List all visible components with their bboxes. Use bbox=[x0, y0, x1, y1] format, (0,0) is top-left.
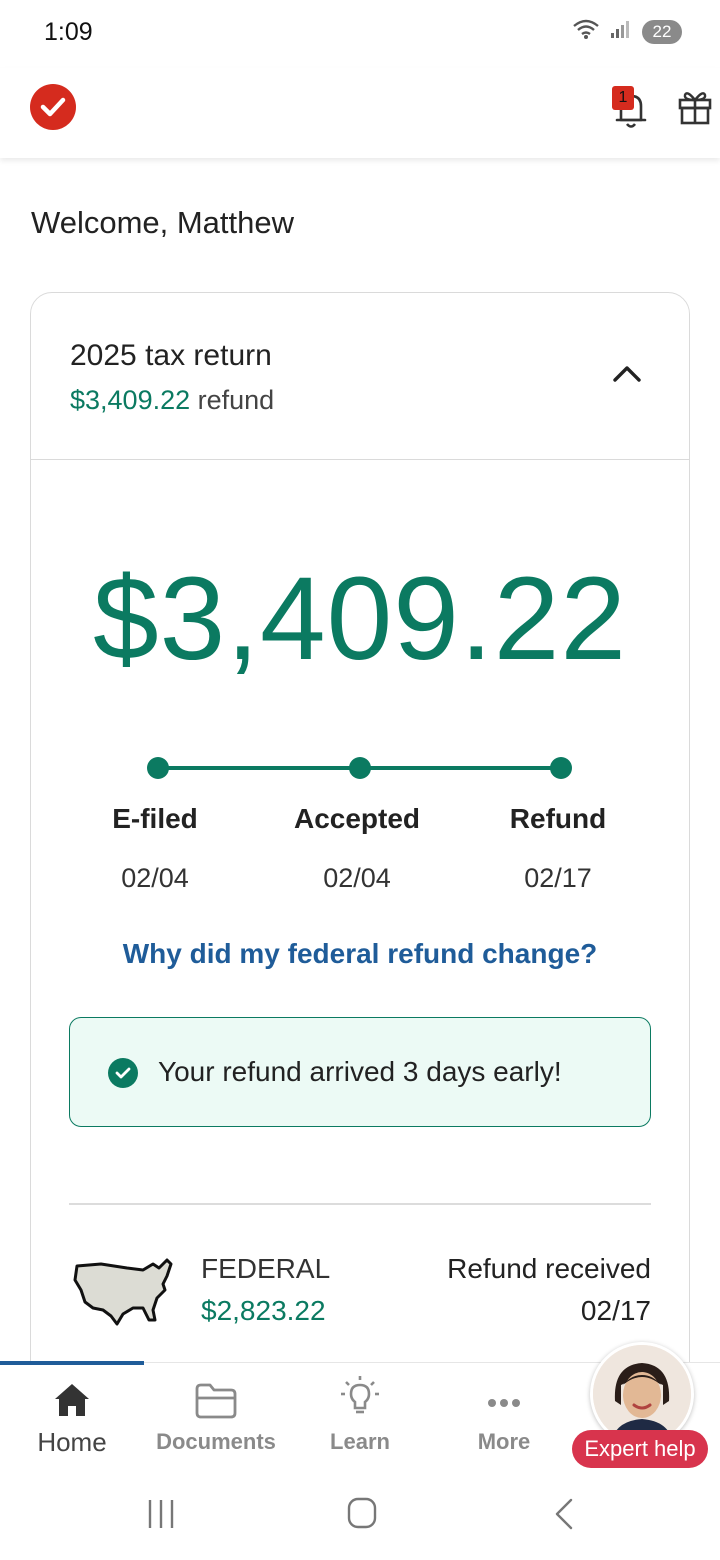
nav-label-home: Home bbox=[37, 1427, 107, 1457]
chevron-up-icon[interactable] bbox=[611, 363, 643, 385]
wifi-icon bbox=[572, 18, 600, 45]
status-bar: 1:09 22 bbox=[0, 0, 720, 68]
nav-item-more[interactable]: More bbox=[432, 1363, 576, 1471]
gift-button[interactable] bbox=[677, 86, 713, 126]
turbotax-logo-icon[interactable] bbox=[30, 84, 76, 130]
federal-label: FEDERAL bbox=[201, 1253, 331, 1284]
success-message: Your refund arrived 3 days early! bbox=[158, 1056, 562, 1087]
status-time: 1:09 bbox=[44, 18, 93, 46]
nav-item-home[interactable]: Home bbox=[0, 1363, 144, 1471]
federal-refund-row[interactable]: FEDERAL $2,823.22 Refund received 02/17 bbox=[31, 1248, 689, 1348]
step-date-refund: 02/17 bbox=[524, 863, 592, 893]
status-icons: 22 bbox=[572, 18, 682, 45]
us-map-icon bbox=[73, 1258, 173, 1326]
refund-change-link[interactable]: Why did my federal refund change? bbox=[31, 938, 689, 970]
nav-item-documents[interactable]: Documents bbox=[144, 1363, 288, 1471]
refund-progress-tracker: E-filed Accepted Refund 02/04 02/04 02/1… bbox=[31, 753, 689, 913]
app-header: 1 bbox=[0, 68, 720, 158]
nav-item-learn[interactable]: Learn bbox=[288, 1363, 432, 1471]
signal-icon bbox=[610, 19, 632, 44]
divider bbox=[69, 1203, 651, 1205]
refund-amount-small: $3,409.22 bbox=[70, 385, 191, 415]
home-icon bbox=[55, 1384, 89, 1416]
federal-amount: $2,823.22 bbox=[201, 1295, 326, 1326]
more-dots-icon bbox=[488, 1399, 520, 1407]
federal-date: 02/17 bbox=[580, 1295, 651, 1326]
federal-status: Refund received bbox=[447, 1253, 651, 1284]
notifications-button[interactable]: 1 bbox=[610, 86, 652, 130]
expert-help-label: Expert help bbox=[572, 1430, 708, 1468]
recent-apps-icon[interactable] bbox=[146, 1498, 176, 1530]
card-header[interactable]: 2025 tax return $3,409.22 refund bbox=[31, 293, 689, 460]
folder-icon bbox=[195, 1383, 237, 1419]
step-label-efiled: E-filed bbox=[112, 803, 198, 834]
card-subtitle: $3,409.22 refund bbox=[70, 385, 274, 416]
progress-dot-refund bbox=[550, 757, 572, 779]
battery-indicator: 22 bbox=[642, 19, 682, 44]
nav-label-more: More bbox=[477, 1429, 531, 1454]
step-label-refund: Refund bbox=[509, 803, 607, 834]
welcome-heading: Welcome, Matthew bbox=[31, 205, 295, 240]
nav-label-documents: Documents bbox=[156, 1429, 276, 1454]
nav-label-learn: Learn bbox=[330, 1429, 390, 1454]
notification-badge: 1 bbox=[612, 86, 634, 110]
progress-dot-efiled bbox=[147, 757, 169, 779]
step-label-accepted: Accepted bbox=[293, 803, 421, 834]
back-icon[interactable] bbox=[553, 1498, 575, 1530]
success-banner: Your refund arrived 3 days early! bbox=[69, 1017, 651, 1127]
step-date-accepted: 02/04 bbox=[323, 863, 391, 893]
lightbulb-icon bbox=[341, 1376, 379, 1414]
refund-word: refund bbox=[197, 385, 275, 415]
home-system-icon[interactable] bbox=[346, 1496, 378, 1530]
gift-icon bbox=[678, 92, 712, 125]
card-title: 2025 tax return bbox=[70, 339, 272, 372]
system-nav-bar bbox=[0, 1470, 720, 1560]
tax-return-card: 2025 tax return $3,409.22 refund $3,409.… bbox=[30, 292, 690, 1394]
check-circle-icon bbox=[108, 1058, 138, 1088]
big-refund-amount: $3,409.22 bbox=[93, 553, 627, 685]
step-date-efiled: 02/04 bbox=[121, 863, 189, 893]
expert-help-button[interactable]: Expert help bbox=[572, 1342, 712, 1472]
progress-dot-accepted bbox=[349, 757, 371, 779]
